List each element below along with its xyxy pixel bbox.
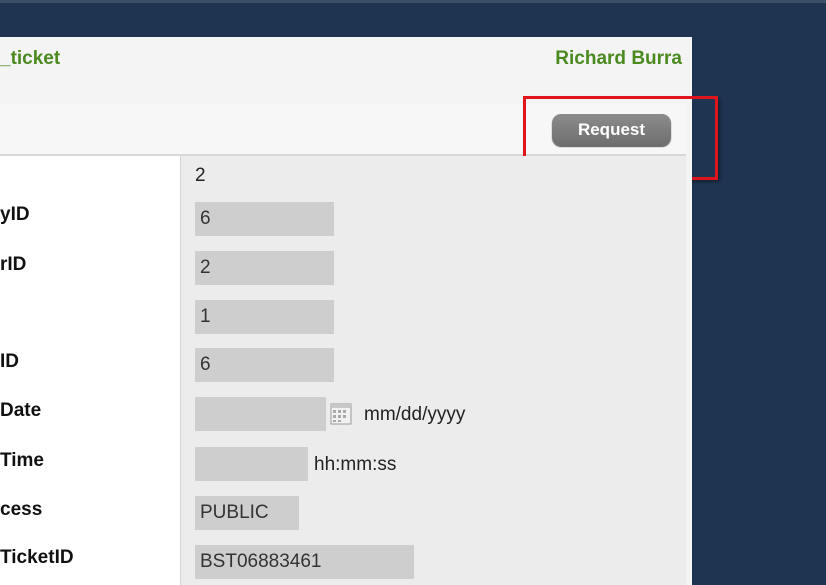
field-label-date: Date — [0, 400, 42, 421]
field-3-input[interactable]: 1 — [195, 300, 334, 334]
date-format-hint: mm/dd/yyyy — [364, 404, 466, 425]
field-label-ticketid: TicketID — [0, 547, 74, 568]
calendar-icon[interactable] — [330, 402, 352, 426]
first-row-value: 2 — [195, 165, 206, 186]
window-top-border — [0, 0, 826, 3]
field-label-id: ID — [0, 351, 19, 372]
field-label-access: cess — [0, 499, 43, 520]
access-select[interactable]: PUBLIC — [195, 496, 299, 530]
rid-input[interactable]: 2 — [195, 251, 334, 285]
ticketid-input[interactable]: BST06883461 — [195, 545, 414, 579]
time-format-hint: hh:mm:ss — [314, 454, 397, 475]
field-label-time: Time — [0, 450, 45, 471]
time-input[interactable] — [195, 447, 308, 481]
field-label-yid: yID — [0, 204, 30, 225]
yid-input[interactable]: 6 — [195, 202, 334, 236]
page-title: _ticket — [0, 48, 61, 69]
date-input[interactable] — [195, 397, 326, 431]
panel-right-edge — [686, 154, 692, 585]
field-label-rid: rID — [0, 254, 27, 275]
user-name-link[interactable]: Richard Burra — [555, 48, 682, 70]
id-input[interactable]: 6 — [195, 348, 334, 382]
